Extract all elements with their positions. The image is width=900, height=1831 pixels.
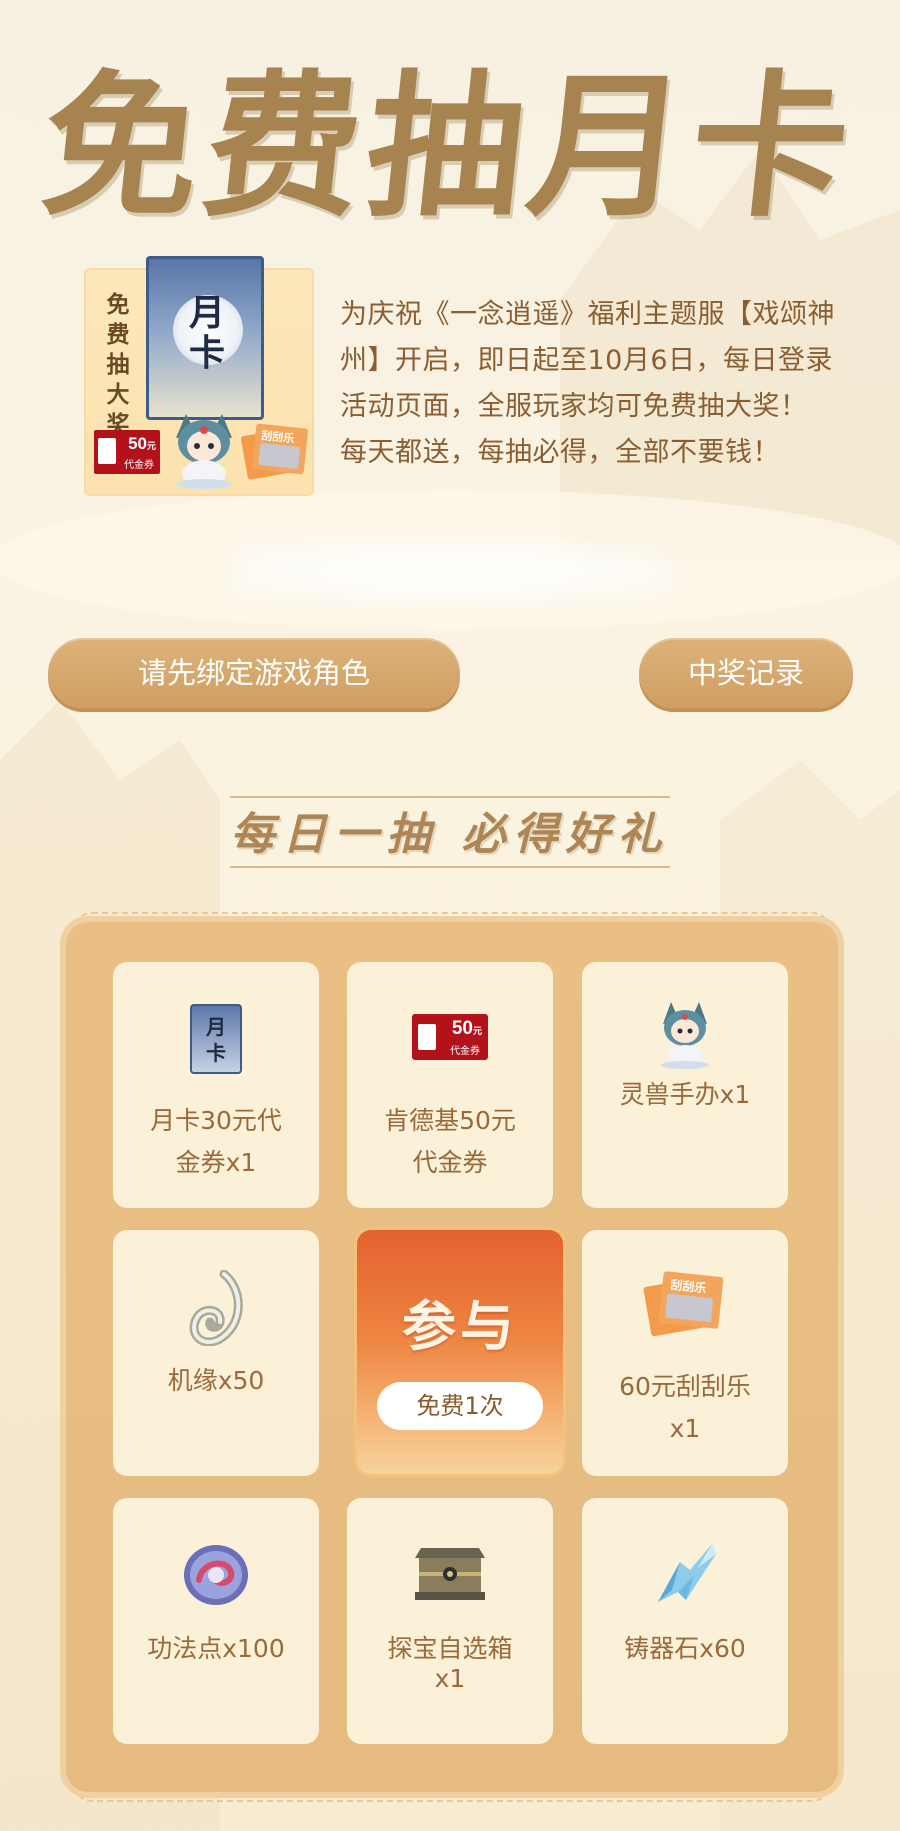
month-card-glyph: 月卡	[188, 292, 225, 374]
kfc-logo-icon	[98, 438, 116, 464]
description-line: 为庆祝《一念逍遥》福利主题服【戏颂神	[340, 299, 835, 330]
prize-label: 金券x1	[175, 1148, 257, 1177]
kfc-coupon-icon: 50元 代金券	[412, 1014, 488, 1060]
prize-label: 铸器石x60	[624, 1634, 746, 1663]
description-line: 每天都送，每抽必得，全部不要钱！	[340, 437, 780, 468]
month-card-icon: 月卡	[190, 1004, 242, 1074]
promo-badge-text: 免费抽大奖	[106, 291, 130, 438]
prize-label: 功法点x100	[147, 1634, 285, 1663]
prize-cell-spirit-figure: 灵兽手办x1	[582, 962, 788, 1208]
promo-banner-image: 免费抽大奖 月卡 50元 代金券 刮刮乐	[86, 256, 312, 494]
scratch-card-icon: 刮刮乐	[240, 423, 309, 481]
prize-label: 月卡30元代	[150, 1106, 282, 1135]
description-line: 州】开启，即日起至10月6日，每日登录	[340, 345, 834, 376]
prize-label: 灵兽手办x1	[619, 1080, 751, 1109]
spirit-beast-figure-icon	[661, 1002, 709, 1069]
prize-cell-forge-stone: 铸器石x60	[582, 1498, 788, 1744]
fortune-swirl-icon	[189, 1270, 243, 1346]
subtitle-divider-bottom	[230, 866, 670, 868]
skill-orb-icon	[184, 1545, 248, 1605]
prize-cell-kfc-coupon: 50元 代金券 肯德基50元 代金券	[347, 962, 553, 1208]
forge-crystal-icon	[658, 1544, 716, 1602]
prize-label: x1	[669, 1414, 701, 1443]
prize-cell-treasure-box: 探宝自选箱 x1	[347, 1498, 553, 1744]
section-subtitle-text: 每日一抽 必得好礼	[230, 809, 670, 860]
coupon-amount: 50	[128, 434, 147, 453]
scratch-card-icon: 刮刮乐	[643, 1271, 724, 1338]
treasure-chest-icon	[415, 1548, 485, 1600]
coupon-unit: 元	[472, 1026, 482, 1036]
section-subtitle: 每日一抽 必得好礼	[0, 798, 900, 862]
prize-label: 机缘x50	[167, 1366, 265, 1395]
prize-cell-scratch-card: 刮刮乐 60元刮刮乐 x1	[582, 1230, 788, 1476]
event-description: 为庆祝《一念逍遥》福利主题服【戏颂神 州】开启，即日起至10月6日，每日登录 活…	[340, 292, 860, 476]
coupon-label: 代金券	[124, 460, 154, 471]
blurred-info-bar	[230, 540, 670, 602]
prize-label: 代金券	[412, 1148, 488, 1177]
join-draw-button[interactable]: 参与 免费1次	[357, 1230, 563, 1474]
coupon-unit: 元	[146, 441, 156, 451]
kfc-coupon-icon: 50元 代金券	[94, 430, 160, 474]
prize-label: 60元刮刮乐	[619, 1372, 751, 1401]
join-label: 参与	[402, 1294, 518, 1358]
free-count-pill: 免费1次	[377, 1382, 543, 1430]
prize-cell-skill-points: 功法点x100	[113, 1498, 319, 1744]
coupon-amount: 50	[451, 1018, 473, 1039]
prize-label: x1	[434, 1664, 466, 1693]
description-line: 活动页面，全服玩家均可免费抽大奖！	[340, 391, 808, 422]
prize-cell-month-card: 月卡 月卡30元代 金券x1	[113, 962, 319, 1208]
prize-cell-fortune: 机缘x50	[113, 1230, 319, 1476]
prize-label: 肯德基50元	[384, 1106, 516, 1135]
page-title: 免费抽月卡	[33, 55, 864, 238]
kfc-logo-icon	[418, 1024, 436, 1050]
month-card-icon: 月卡	[146, 256, 264, 420]
prize-record-button[interactable]: 中奖记录	[639, 638, 853, 708]
coupon-label: 代金券	[450, 1046, 480, 1057]
bind-role-button[interactable]: 请先绑定游戏角色	[48, 638, 460, 708]
spirit-beast-figure-icon	[176, 414, 232, 489]
